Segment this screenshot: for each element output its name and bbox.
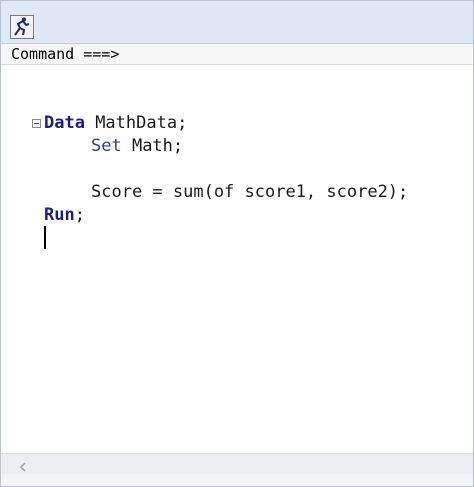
text-cursor xyxy=(44,226,46,249)
code-line-run: Run; xyxy=(44,204,85,226)
code-text: Score = sum(of score1, score2); xyxy=(91,182,409,202)
horizontal-scrollbar[interactable] xyxy=(1,453,473,474)
chevron-left-icon[interactable] xyxy=(18,459,28,472)
code-line-score: Score = sum(of score1, score2); xyxy=(91,181,408,203)
keyword-data: Data xyxy=(44,113,85,133)
status-strip xyxy=(1,474,473,486)
code-text: Math; xyxy=(121,136,184,156)
code-editor[interactable]: Data MathData; Set Math; Score = sum(of … xyxy=(1,65,473,452)
keyword-set: Set xyxy=(91,136,122,156)
code-text: MathData; xyxy=(84,113,188,133)
command-bar[interactable]: Command ===> xyxy=(1,44,473,65)
keyword-run: Run xyxy=(44,205,75,225)
run-program-icon[interactable] xyxy=(10,15,34,39)
command-prompt-label: Command ===> xyxy=(11,45,120,63)
program-editor-window: Command ===> Data MathData; Set Math; Sc… xyxy=(0,0,474,487)
collapse-block-icon[interactable] xyxy=(32,119,41,128)
title-bar xyxy=(1,1,473,44)
code-text: ; xyxy=(74,205,85,225)
code-line-data: Data MathData; xyxy=(44,112,187,134)
code-line-set: Set Math; xyxy=(91,135,183,157)
